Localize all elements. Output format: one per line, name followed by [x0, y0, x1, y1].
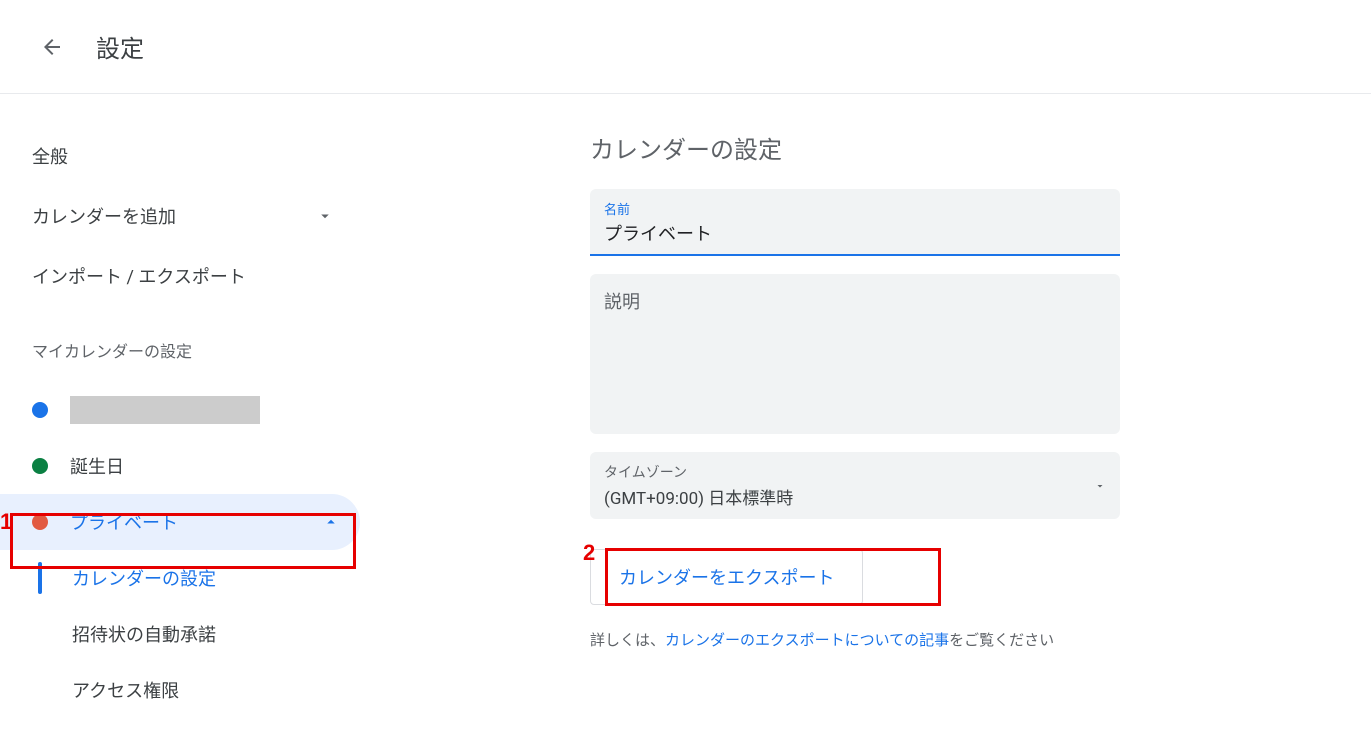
sub-item-access[interactable]: アクセス権限 — [38, 662, 360, 718]
more-info-suffix: をご覧ください — [949, 631, 1054, 649]
calendar-item-private[interactable]: プライベート — [0, 494, 360, 550]
more-info-text: 詳しくは、カレンダーのエクスポートについての記事をご覧ください — [590, 629, 1371, 650]
sub-item-calendar-settings[interactable]: カレンダーの設定 — [38, 550, 360, 606]
sub-item-auto-accept[interactable]: 招待状の自動承諾 — [38, 606, 360, 662]
dropdown-caret-icon — [1094, 480, 1106, 492]
nav-general[interactable]: 全般 — [32, 126, 360, 186]
calendar-color-dot — [32, 458, 48, 474]
calendar-color-dot — [32, 514, 48, 530]
description-field[interactable]: 説明 — [590, 274, 1120, 434]
nav-label: 全般 — [32, 143, 68, 169]
description-placeholder: 説明 — [604, 292, 640, 313]
name-field[interactable]: 名前 プライベート — [590, 189, 1120, 256]
chevron-up-icon — [322, 513, 340, 531]
redacted-calendar-name — [70, 396, 260, 424]
nav-label: カレンダーを追加 — [32, 203, 176, 229]
nav-import-export[interactable]: インポート / エクスポート — [32, 246, 360, 306]
sub-item-label: 招待状の自動承諾 — [72, 621, 216, 647]
calendar-label: プライベート — [70, 509, 178, 535]
calendar-item-personal[interactable] — [32, 382, 360, 438]
calendar-label: 誕生日 — [70, 453, 124, 479]
name-field-label: 名前 — [604, 199, 1106, 218]
sub-item-label: カレンダーの設定 — [72, 565, 216, 591]
more-info-link[interactable]: カレンダーのエクスポートについての記事 — [665, 631, 949, 649]
settings-sidebar: 全般 カレンダーを追加 インポート / エクスポート マイカレンダーの設定 誕生… — [0, 94, 360, 718]
sub-item-label: アクセス権限 — [72, 677, 179, 703]
timezone-value: (GMT+09:00) 日本標準時 — [604, 484, 793, 509]
page-title: 設定 — [96, 29, 144, 64]
timezone-label: タイムゾーン — [604, 462, 793, 482]
nav-add-calendar[interactable]: カレンダーを追加 — [32, 186, 360, 246]
name-field-value: プライベート — [604, 224, 712, 245]
my-calendars-header: マイカレンダーの設定 — [32, 338, 360, 362]
calendar-color-dot — [32, 402, 48, 418]
annotation-number-2: 2 — [583, 540, 595, 566]
main-title: カレンダーの設定 — [590, 130, 1371, 165]
back-arrow-icon[interactable] — [40, 35, 64, 59]
annotation-number-1: 1 — [0, 509, 12, 535]
calendar-item-birthday[interactable]: 誕生日 — [32, 438, 360, 494]
nav-label: インポート / エクスポート — [32, 263, 246, 289]
timezone-field[interactable]: タイムゾーン (GMT+09:00) 日本標準時 — [590, 452, 1120, 519]
export-button-label: カレンダーをエクスポート — [619, 568, 834, 589]
calendar-sub-nav: カレンダーの設定 招待状の自動承諾 アクセス権限 — [38, 550, 360, 718]
chevron-down-icon — [316, 207, 334, 225]
app-header: 設定 — [0, 0, 1371, 94]
main-panel: カレンダーの設定 名前 プライベート 説明 タイムゾーン (GMT+09:00)… — [360, 94, 1371, 718]
export-calendar-button[interactable]: カレンダーをエクスポート — [590, 549, 863, 605]
more-info-prefix: 詳しくは、 — [590, 631, 665, 649]
